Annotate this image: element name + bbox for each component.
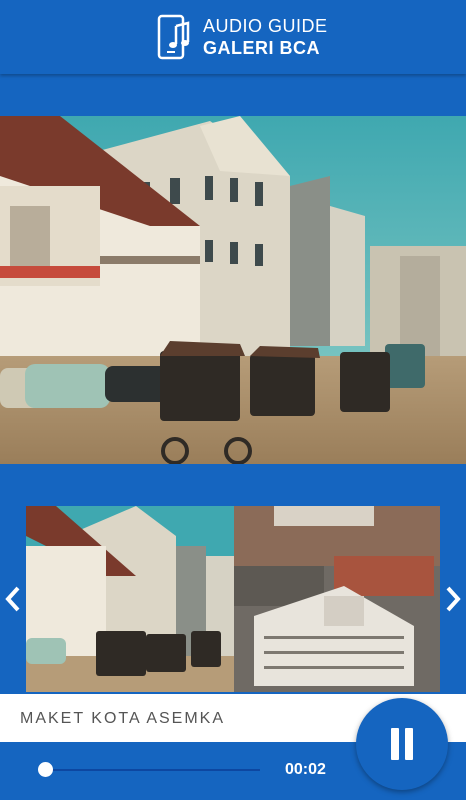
- chevron-left-icon[interactable]: [2, 582, 24, 616]
- thumbnail-aerial-city[interactable]: [234, 506, 440, 692]
- app-title-line2: GALERI BCA: [203, 38, 320, 58]
- app-header: AUDIO GUIDE GALERI BCA: [0, 0, 466, 74]
- app-title-line1: AUDIO GUIDE: [203, 16, 328, 36]
- header-spacer: [0, 74, 466, 116]
- track-title: MAKET KOTA ASEMKA: [20, 710, 226, 727]
- chevron-right-icon[interactable]: [442, 582, 464, 616]
- elapsed-time: 00:02: [285, 761, 326, 778]
- thumbnail-old-street[interactable]: [26, 506, 234, 692]
- hero-photo: [0, 116, 466, 464]
- thumbnail-carousel: [0, 464, 466, 694]
- phone-music-icon: [157, 14, 190, 60]
- pause-icon: [405, 728, 413, 760]
- pause-button[interactable]: [356, 698, 448, 790]
- pause-icon: [391, 728, 399, 760]
- seek-handle[interactable]: [38, 762, 53, 777]
- seek-track[interactable]: [45, 769, 260, 771]
